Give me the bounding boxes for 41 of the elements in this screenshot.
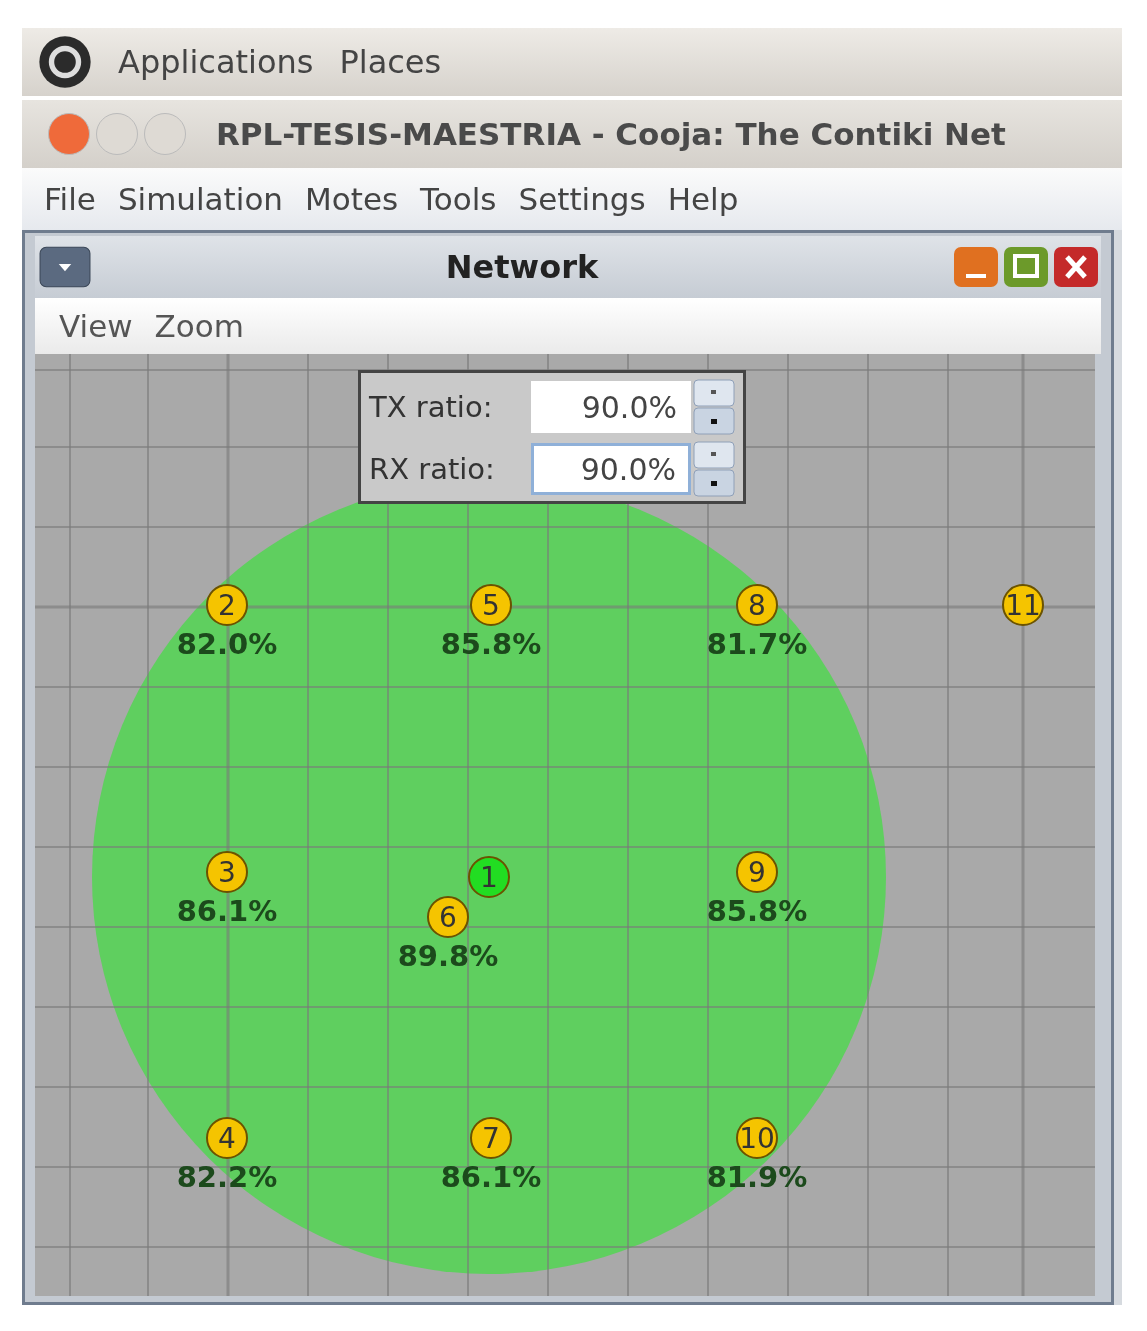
mote-reading: 82.0%: [176, 627, 278, 661]
menu-item[interactable]: View: [59, 308, 133, 344]
menu-item[interactable]: Simulation: [117, 181, 283, 217]
mote-reading: 81.9%: [706, 1160, 808, 1194]
menu-item[interactable]: Motes: [305, 181, 399, 217]
menu-item[interactable]: Settings: [518, 181, 646, 217]
mote-node[interactable]: 10: [736, 1117, 778, 1159]
menu-item[interactable]: Zoom: [154, 308, 244, 344]
menu-item[interactable]: Help: [667, 181, 739, 217]
mote-reading: 89.8%: [397, 939, 499, 973]
close-icon[interactable]: [1053, 246, 1099, 288]
panel-menu-item[interactable]: Places: [339, 43, 442, 81]
mote-node[interactable]: 6: [427, 896, 469, 938]
mote-reading: 86.1%: [440, 1160, 542, 1194]
mote-reading: 82.2%: [176, 1160, 278, 1194]
mote-reading: 85.8%: [706, 894, 808, 928]
ring-logo-icon[interactable]: [38, 35, 92, 89]
mote-node[interactable]: 3: [206, 851, 248, 893]
menu-item[interactable]: File: [44, 181, 96, 217]
mote-node[interactable]: 7: [470, 1117, 512, 1159]
mote-reading: 86.1%: [176, 894, 278, 928]
window-title: Network: [444, 248, 600, 286]
mote-node[interactable]: 2: [206, 584, 248, 626]
field-label: TX ratio:: [369, 390, 494, 424]
mote-node[interactable]: 4: [206, 1117, 248, 1159]
ratio-field[interactable]: 90.0%: [531, 381, 691, 433]
spinner-icon[interactable]: [693, 441, 735, 497]
mote-node[interactable]: 1: [468, 856, 510, 898]
mote-node[interactable]: 5: [470, 584, 512, 626]
mote-node[interactable]: 9: [736, 851, 778, 893]
ratio-field[interactable]: 90.0%: [531, 443, 691, 495]
mote-reading: 85.8%: [440, 627, 542, 661]
window-menu-icon[interactable]: [39, 246, 91, 288]
mote-node[interactable]: 8: [736, 584, 778, 626]
mote-reading: 81.7%: [706, 627, 808, 661]
spinner-icon[interactable]: [693, 379, 735, 435]
menu-item[interactable]: Tools: [420, 181, 497, 217]
mote-node[interactable]: 11: [1002, 584, 1044, 626]
panel-menu-item[interactable]: Applications: [118, 43, 314, 81]
window-title: RPL-TESIS-MAESTRIA - Cooja: The Contiki Net: [216, 116, 1006, 152]
field-label: RX ratio:: [369, 452, 496, 486]
